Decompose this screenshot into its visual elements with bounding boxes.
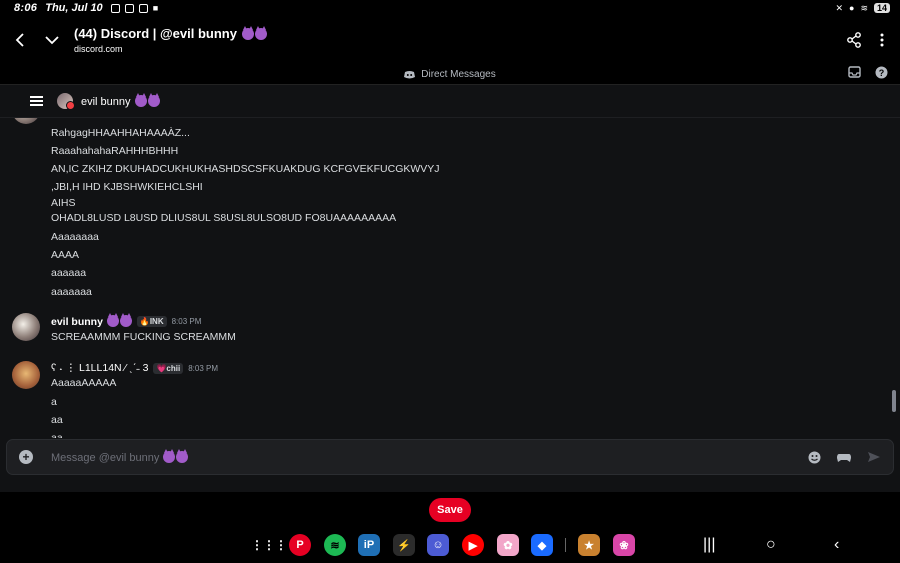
section-label: Direct Messages: [421, 68, 496, 80]
page-url: discord.com: [74, 44, 123, 54]
help-icon[interactable]: ?: [875, 66, 888, 79]
more-vertical-icon[interactable]: [880, 33, 884, 47]
devil-emoji-icon: [254, 26, 267, 40]
scrollbar-thumb[interactable]: [892, 390, 896, 412]
server-tag-badge[interactable]: 💗chii: [153, 362, 184, 374]
list-item: ,JBI,H IHD KJBSHWKIEHCLSHI: [51, 181, 203, 193]
list-item: RaaahahahaRAHHHBHHH: [51, 145, 179, 157]
blossom-app-icon[interactable]: ❀: [613, 534, 635, 556]
roblox-icon[interactable]: ◆: [531, 534, 553, 556]
mute-icon: ✕: [835, 2, 843, 13]
status-bar: 8:06 Thu, Jul 10 ■ ✕ ● ≋ 14: [0, 0, 900, 16]
message-input[interactable]: + Message @evil bunny: [6, 439, 894, 475]
taskbar-divider: [565, 538, 566, 552]
timestamp: 8:03 PM: [188, 363, 218, 373]
page-info[interactable]: (44) Discord | @evil bunny discord.com: [74, 26, 267, 54]
devil-emoji-icon: [147, 92, 160, 107]
home-button[interactable]: ○: [766, 536, 776, 554]
video-icon: ■: [152, 3, 159, 13]
spotify-icon[interactable]: ≋: [324, 534, 346, 556]
message-list[interactable]: RahgagHHAAHHAHAAAÀZ... RaaahahahaRAHHHBH…: [0, 118, 900, 438]
svg-text:?: ?: [879, 68, 885, 78]
youtube-music-icon[interactable]: ▶: [462, 534, 484, 556]
share-icon[interactable]: [846, 32, 862, 48]
timestamp: 8:03 PM: [171, 317, 202, 326]
recent-apps-button[interactable]: |||: [703, 536, 715, 554]
avatar: [12, 118, 40, 124]
devil-emoji-icon: [119, 313, 132, 327]
tab-dropdown-button[interactable]: [38, 35, 66, 45]
lightning-app-icon[interactable]: ⚡: [393, 534, 415, 556]
bottom-area: Save ⋮⋮⋮ P ≋ iP ⚡ ☺ ▶ ✿ ◆ ★ ❀ ||| ○ ‹: [0, 492, 900, 563]
list-item: aaaaaaa: [51, 286, 92, 298]
anime-app-icon[interactable]: ✿: [497, 534, 519, 556]
avatar: [57, 93, 75, 110]
channel-header: evil bunny: [0, 84, 900, 118]
save-button[interactable]: Save: [429, 498, 471, 522]
devil-emoji-icon: [134, 92, 147, 107]
avatar[interactable]: [12, 361, 40, 389]
message-header: ʕ ˖ ⋮ L1LL14N ⁄ ˎˊ˗ 3 💗chii 8:03 PM: [51, 362, 218, 374]
taskbar: ⋮⋮⋮ P ≋ iP ⚡ ☺ ▶ ✿ ◆ ★ ❀ ||| ○ ‹: [0, 534, 900, 558]
chevron-down-icon: [45, 36, 59, 45]
back-nav-button[interactable]: ‹: [834, 536, 839, 554]
wifi-icon: ≋: [860, 2, 868, 13]
channel-name[interactable]: evil bunny: [81, 92, 160, 108]
pinterest-icon[interactable]: P: [289, 534, 311, 556]
avatar[interactable]: [12, 313, 40, 341]
battery-saver-icon: [138, 3, 148, 13]
message-placeholder: Message @evil bunny: [51, 448, 189, 464]
message-header: evil bunny 🔥INK 8:03 PM: [51, 313, 202, 328]
add-attachment-icon[interactable]: +: [19, 450, 33, 464]
chevron-left-icon: [15, 33, 24, 47]
discord-icon: [404, 70, 416, 78]
app-drawer-icon[interactable]: ⋮⋮⋮: [251, 534, 287, 556]
gamepad-icon[interactable]: [837, 452, 851, 463]
list-item: SCREAAMMM FUCKING SCREAMMM: [51, 331, 236, 343]
devil-emoji-icon: [106, 313, 119, 327]
list-item: AIHS: [51, 197, 76, 209]
hamburger-menu-icon[interactable]: [30, 94, 43, 108]
back-button[interactable]: [6, 33, 34, 47]
server-tag-badge[interactable]: 🔥INK: [136, 316, 167, 327]
dm-section-header: Direct Messages ?: [0, 64, 900, 84]
list-item: OHADL8LUSD L8USD DLIUS8UL S8USL8ULSO8UD …: [51, 212, 397, 224]
list-item: AN,IC ZKIHZ DKUHADCUKHUKHASHDSCSFKUAKDUG…: [51, 163, 440, 175]
status-time: 8:06: [14, 2, 38, 14]
list-item: Aaaaaaaa: [51, 231, 99, 243]
devil-emoji-icon: [163, 448, 176, 463]
battery-indicator: 14: [873, 3, 890, 13]
list-item: aa: [51, 414, 63, 426]
status-date: Thu, Jul 10: [45, 2, 103, 14]
list-item: a: [51, 396, 57, 408]
status-notification-icons: ■: [110, 3, 159, 13]
author-name[interactable]: evil bunny: [51, 313, 132, 328]
list-item: AAAA: [51, 249, 80, 261]
composer-area: + Message @evil bunny: [0, 438, 900, 492]
author-name[interactable]: ʕ ˖ ⋮ L1LL14N ⁄ ˎˊ˗ 3: [51, 362, 148, 374]
screenshot-icon: [110, 3, 120, 13]
devil-emoji-icon: [176, 448, 189, 463]
gacha-app-icon[interactable]: ☺: [427, 534, 449, 556]
ibispaint-icon[interactable]: iP: [358, 534, 380, 556]
send-icon[interactable]: [867, 451, 881, 463]
notification-icon: [124, 3, 134, 13]
emoji-icon[interactable]: [808, 451, 821, 464]
location-icon: ●: [849, 3, 855, 13]
inbox-icon[interactable]: [848, 66, 861, 78]
page-title: (44) Discord | @evil bunny: [74, 26, 267, 41]
list-item: AaaaaAAAAA: [51, 377, 117, 389]
list-item: aaaaaa: [51, 267, 87, 279]
browser-toolbar: (44) Discord | @evil bunny discord.com: [0, 16, 900, 64]
list-item: RahgagHHAAHHAHAAAÀZ...: [51, 127, 190, 139]
devil-emoji-icon: [241, 26, 254, 40]
game-app-icon[interactable]: ★: [578, 534, 600, 556]
